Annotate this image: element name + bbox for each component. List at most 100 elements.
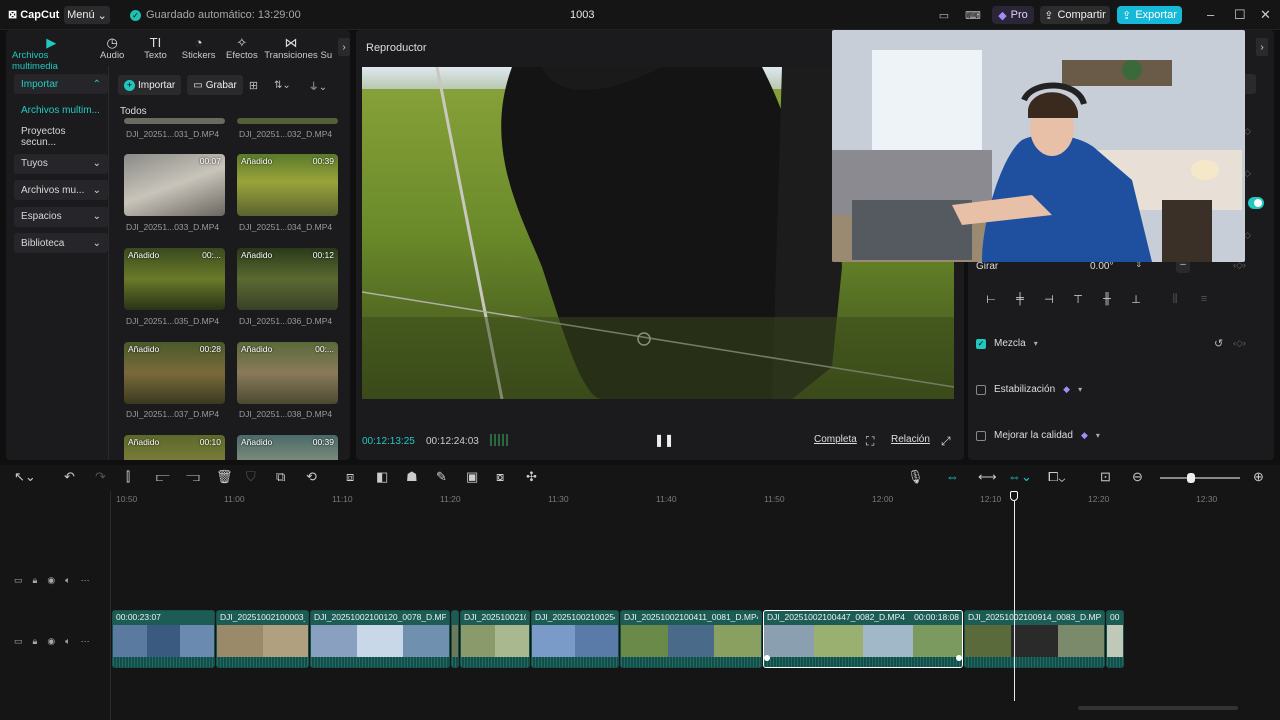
eye-icon[interactable]: ◉	[47, 575, 55, 586]
mirror-icon[interactable]: ◧	[376, 469, 388, 485]
timeline-clip[interactable]: 00:00:23:07	[112, 610, 215, 668]
keyframe-nav-icon[interactable]: ‹◇›	[1233, 338, 1246, 349]
stabilize-checkbox[interactable]	[976, 384, 986, 395]
volume-icon[interactable]: 🔈︎	[65, 636, 70, 647]
tab-subtitles[interactable]: Su	[318, 30, 334, 61]
timeline-clip[interactable]: DJI_20251002100254	[531, 610, 619, 668]
timeline-clip[interactable]: 0	[451, 610, 459, 668]
tab-effects[interactable]: ✧ Efectos	[220, 30, 263, 61]
tab-audio[interactable]: ◷ Audio	[91, 30, 134, 61]
fullscreen-icon[interactable]: ⤢	[941, 434, 951, 449]
tabs-scroll-right-icon[interactable]: ›	[338, 38, 350, 56]
timeline-clip[interactable]: DJI_20251002100411_0081_D.MP4	[620, 610, 762, 668]
lock-icon[interactable]: 🔒︎	[33, 636, 38, 647]
magnet-icon[interactable]: ⇔⌄	[1008, 469, 1032, 485]
link-clips-icon[interactable]: ⇔	[946, 469, 959, 484]
shield-icon[interactable]: ⛉	[246, 469, 256, 485]
menu-button[interactable]: Menú ⌄	[64, 6, 110, 24]
keyframe-icon[interactable]: ◇	[1244, 230, 1251, 241]
align-center-h-icon[interactable]: ╪	[1011, 292, 1029, 306]
chevron-down-icon[interactable]: ▾	[1034, 339, 1038, 348]
select-cursor-icon[interactable]: ↖⌄	[14, 469, 36, 485]
delete-icon[interactable]: 🗑	[216, 469, 233, 485]
timeline-scrollbar[interactable]	[1078, 706, 1238, 710]
clip-keyframe-left[interactable]	[764, 655, 770, 661]
media-thumb[interactable]: Añadido 00:28	[124, 342, 225, 404]
enhance-checkbox[interactable]	[976, 430, 986, 441]
media-thumb[interactable]: Añadido 00:10	[124, 435, 225, 460]
distribute-v-icon[interactable]: ≡	[1195, 292, 1213, 306]
sort-icon[interactable]: ⇅⌄	[274, 80, 291, 91]
media-thumb[interactable]: Añadido 00:...	[124, 248, 225, 310]
lock-icon[interactable]: 🔒︎	[33, 575, 38, 586]
media-thumb[interactable]: Añadido 00:...	[237, 342, 338, 404]
eye-icon[interactable]: ◉	[47, 636, 55, 647]
tab-stickers[interactable]: ◔ Stickers	[177, 30, 220, 61]
playhead-line[interactable]	[1013, 501, 1015, 701]
align-right-icon[interactable]: ⊣	[1040, 292, 1058, 306]
zoom-in-icon[interactable]: ⊕	[1253, 469, 1264, 485]
sidebar-item-library[interactable]: Biblioteca ⌄	[14, 233, 108, 253]
toggle-switch[interactable]	[1248, 197, 1264, 209]
chevron-down-icon[interactable]: ▾	[1096, 431, 1100, 440]
share-button[interactable]: ⇪ Compartir	[1040, 6, 1110, 24]
redo-icon[interactable]: ↷	[95, 469, 106, 485]
close-icon[interactable]: ✕	[1260, 7, 1271, 23]
zoom-out-icon[interactable]: ⊖	[1132, 469, 1143, 485]
tab-media[interactable]: ▶ Archivos multimedia	[12, 30, 91, 72]
timeline-clip[interactable]: DJI_20251002100914_0083_D.MP4	[964, 610, 1105, 668]
track-toggle-icon[interactable]: ▭	[14, 636, 23, 647]
aspect-ratio-button[interactable]: Relación	[891, 434, 930, 445]
split-icon[interactable]: ⫿	[126, 469, 130, 485]
layout-icon[interactable]: ▭	[934, 6, 954, 24]
crop-icon[interactable]: ⧉	[276, 469, 285, 485]
snap-icon[interactable]: ⟷	[978, 469, 997, 485]
align-bottom-icon[interactable]: ⊥	[1127, 292, 1145, 306]
media-thumb[interactable]: 00:07	[124, 154, 225, 216]
filter-all-label[interactable]: Todos	[120, 106, 147, 117]
media-thumb[interactable]: Añadido 00:12	[237, 248, 338, 310]
pro-button[interactable]: ◆ Pro	[992, 6, 1034, 24]
sidebar-item-import[interactable]: Importar ⌃	[14, 74, 108, 94]
tab-text[interactable]: TI Texto	[134, 30, 177, 61]
video-effect-icon[interactable]: ⧇	[496, 469, 504, 485]
split-left-icon[interactable]: ⫍	[156, 469, 170, 485]
sidebar-item-media-archive[interactable]: Archivos mu... ⌄	[14, 180, 108, 200]
align-middle-v-icon[interactable]: ╫	[1098, 292, 1116, 306]
keyframe-icon[interactable]: ◇	[1244, 168, 1251, 179]
clip-keyframe-right[interactable]	[956, 655, 962, 661]
chevron-down-icon[interactable]: ▾	[1078, 385, 1082, 394]
distribute-h-icon[interactable]: ⫼	[1166, 292, 1184, 306]
import-button[interactable]: + Importar	[118, 75, 182, 95]
timeline-clip-selected[interactable]: DJI_20251002100447_0082_D.MP4 00:00:18:08	[763, 610, 963, 668]
zoom-slider-handle[interactable]	[1187, 473, 1195, 483]
panel-scroll-right-icon[interactable]: ›	[1256, 38, 1268, 56]
playhead-handle[interactable]	[1010, 491, 1018, 501]
undo-icon[interactable]: ↶	[64, 469, 75, 485]
person-icon[interactable]: ☗	[406, 469, 418, 485]
split-right-icon[interactable]: ⫎	[186, 469, 200, 485]
timeline-clip[interactable]: DJI_20251002100003_0	[216, 610, 309, 668]
blend-checkbox[interactable]: ✓	[976, 338, 986, 349]
timeline-clip[interactable]: DJI_20251002100120_0078_D.MP4	[310, 610, 450, 668]
volume-icon[interactable]: 🔈︎	[65, 575, 70, 586]
fit-timeline-icon[interactable]: ⊡	[1100, 469, 1111, 485]
track-toggle-icon[interactable]: ▭	[14, 575, 23, 586]
timeline-clip[interactable]: 00:0	[1106, 610, 1124, 668]
shortcuts-icon[interactable]: ⌨	[960, 6, 986, 24]
minimize-icon[interactable]: –	[1207, 7, 1214, 22]
time-ruler[interactable]: 10:50 11:00 11:10 11:20 11:30 11:40 11:5…	[112, 491, 1280, 505]
reset-icon[interactable]: ↺	[1214, 337, 1223, 350]
align-left-icon[interactable]: ⊢	[982, 292, 1000, 306]
freeze-icon[interactable]: ⧈	[346, 469, 354, 485]
sidebar-item-yours[interactable]: Tuyos ⌄	[14, 153, 108, 174]
media-thumb[interactable]: Añadido 00:39	[237, 154, 338, 216]
sidebar-item-secondary-projects[interactable]: Proyectos secun...	[14, 126, 108, 148]
pause-icon[interactable]: ❚❚	[654, 433, 674, 447]
timeline-clip[interactable]: DJI_20251002100	[460, 610, 530, 668]
rotate-input[interactable]: 0.00°	[1090, 261, 1113, 272]
filter-icon[interactable]: ⏚⌄	[309, 78, 327, 93]
maximize-icon[interactable]: ☐	[1234, 7, 1246, 23]
crop-icon[interactable]: ⛶	[866, 434, 874, 449]
magic-wand-icon[interactable]: ✎	[436, 469, 447, 485]
